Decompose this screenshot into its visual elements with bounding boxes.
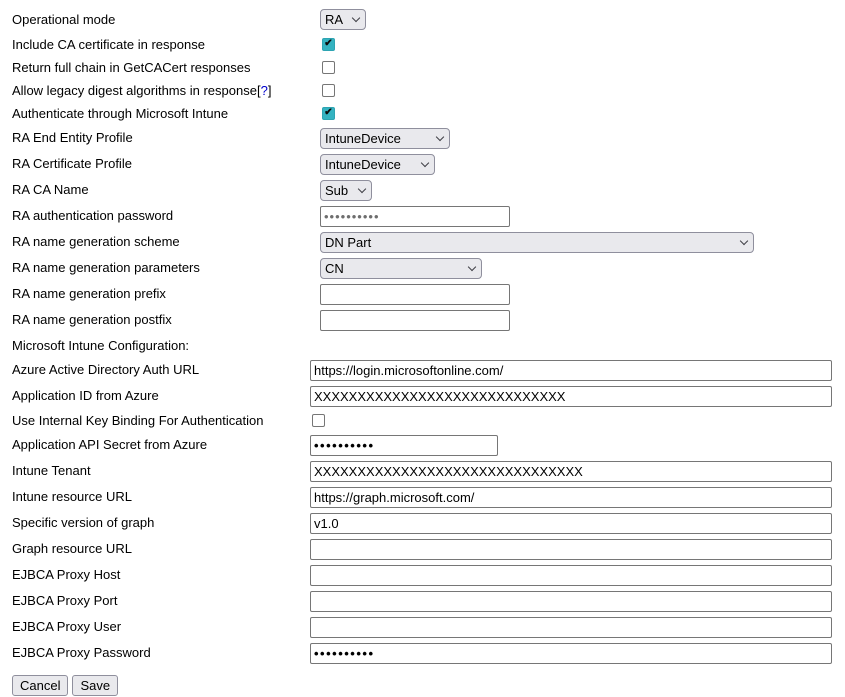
ra-end-entity-profile-select[interactable]: IntuneDevice xyxy=(320,128,450,149)
ra-name-prefix-input[interactable] xyxy=(320,284,510,305)
ra-name-postfix-input[interactable] xyxy=(320,310,510,331)
graph-resource-url-label: Graph resource URL xyxy=(12,541,310,557)
graph-resource-url-input[interactable] xyxy=(310,539,832,560)
chevron-down-icon xyxy=(740,236,748,244)
intune-tenant-input[interactable] xyxy=(310,461,832,482)
ra-auth-password-input[interactable] xyxy=(320,206,510,227)
ejbca-proxy-host-label: EJBCA Proxy Host xyxy=(12,567,310,583)
section-header: Microsoft Intune Configuration: xyxy=(12,333,845,357)
ejbca-proxy-host-input[interactable] xyxy=(310,565,832,586)
form-row: Return full chain in GetCACert responses… xyxy=(12,56,845,79)
chevron-down-icon xyxy=(358,184,366,192)
form-row: Specific version of graph xyxy=(12,510,845,536)
ra-certificate-profile-label: RA Certificate Profile xyxy=(12,156,320,172)
ra-end-entity-profile-label: RA End Entity Profile xyxy=(12,130,320,146)
checkmark-icon: ✔ xyxy=(324,39,332,49)
intune-tenant-label: Intune Tenant xyxy=(12,463,310,479)
form-row: RA name generation prefix xyxy=(12,281,845,307)
authenticate-intune-label: Authenticate through Microsoft Intune xyxy=(12,106,320,122)
form-row: RA name generation parameters CN xyxy=(12,255,845,281)
form-row: Azure Active Directory Auth URL xyxy=(12,357,845,383)
cancel-button[interactable]: Cancel xyxy=(12,675,68,696)
form-row: RA authentication password xyxy=(12,203,845,229)
allow-legacy-digest-checkbox[interactable]: ✔ xyxy=(322,84,335,97)
return-full-chain-label: Return full chain in GetCACert responses xyxy=(12,60,320,76)
form-row: RA End Entity Profile IntuneDevice xyxy=(12,125,845,151)
form-row: Include CA certificate in response ✔ xyxy=(12,33,845,56)
form-row: EJBCA Proxy Host xyxy=(12,562,845,588)
section-title: Microsoft Intune Configuration: xyxy=(12,338,189,353)
ra-ca-name-label: RA CA Name xyxy=(12,182,320,198)
operational-mode-select[interactable]: RA xyxy=(320,9,366,30)
application-api-secret-input[interactable] xyxy=(310,435,498,456)
graph-version-input[interactable] xyxy=(310,513,832,534)
checkmark-icon: ✔ xyxy=(324,108,332,118)
include-ca-cert-checkbox[interactable]: ✔ xyxy=(322,38,335,51)
form-row: RA CA Name Sub xyxy=(12,177,845,203)
form-row: Allow legacy digest algorithms in respon… xyxy=(12,79,845,102)
selected-value: IntuneDevice xyxy=(325,131,401,146)
ra-name-parameters-select[interactable]: CN xyxy=(320,258,482,279)
form-row: EJBCA Proxy Password xyxy=(12,640,845,666)
ejbca-proxy-port-input[interactable] xyxy=(310,591,832,612)
include-ca-cert-label: Include CA certificate in response xyxy=(12,37,320,53)
ejbca-proxy-port-label: EJBCA Proxy Port xyxy=(12,593,310,609)
ra-name-prefix-label: RA name generation prefix xyxy=(12,286,320,302)
ra-auth-password-label: RA authentication password xyxy=(12,208,320,224)
ra-certificate-profile-select[interactable]: IntuneDevice xyxy=(320,154,435,175)
scep-alias-config-form: Operational mode RA Include CA certifica… xyxy=(0,0,845,697)
ejbca-proxy-user-label: EJBCA Proxy User xyxy=(12,619,310,635)
azure-ad-auth-url-label: Azure Active Directory Auth URL xyxy=(12,362,310,378)
selected-value: DN Part xyxy=(325,235,371,250)
form-row: RA name generation scheme DN Part xyxy=(12,229,845,255)
form-row: Intune resource URL xyxy=(12,484,845,510)
selected-value: RA xyxy=(325,12,343,27)
intune-resource-url-label: Intune resource URL xyxy=(12,489,310,505)
selected-value: CN xyxy=(325,261,344,276)
form-row: Application API Secret from Azure xyxy=(12,432,845,458)
azure-ad-auth-url-input[interactable] xyxy=(310,360,832,381)
use-internal-key-binding-label: Use Internal Key Binding For Authenticat… xyxy=(12,413,310,429)
form-row: Authenticate through Microsoft Intune ✔ xyxy=(12,102,845,125)
ra-ca-name-select[interactable]: Sub xyxy=(320,180,372,201)
use-internal-key-binding-checkbox[interactable]: ✔ xyxy=(312,414,325,427)
application-id-input[interactable] xyxy=(310,386,832,407)
ra-name-scheme-select[interactable]: DN Part xyxy=(320,232,754,253)
ra-name-scheme-label: RA name generation scheme xyxy=(12,234,320,250)
ra-name-postfix-label: RA name generation postfix xyxy=(12,312,320,328)
chevron-down-icon xyxy=(352,14,360,22)
form-row: Application ID from Azure xyxy=(12,383,845,409)
intune-resource-url-input[interactable] xyxy=(310,487,832,508)
form-row: Intune Tenant xyxy=(12,458,845,484)
selected-value: IntuneDevice xyxy=(325,157,401,172)
authenticate-intune-checkbox[interactable]: ✔ xyxy=(322,107,335,120)
graph-version-label: Specific version of graph xyxy=(12,515,310,531)
operational-mode-label: Operational mode xyxy=(12,12,320,28)
ejbca-proxy-user-input[interactable] xyxy=(310,617,832,638)
chevron-down-icon xyxy=(436,132,444,140)
chevron-down-icon xyxy=(468,262,476,270)
chevron-down-icon xyxy=(421,158,429,166)
application-api-secret-label: Application API Secret from Azure xyxy=(12,437,310,453)
ejbca-proxy-password-input[interactable] xyxy=(310,643,832,664)
form-row: Graph resource URL xyxy=(12,536,845,562)
form-row: Use Internal Key Binding For Authenticat… xyxy=(12,409,845,432)
form-actions: Cancel Save xyxy=(12,674,845,696)
form-row: EJBCA Proxy User xyxy=(12,614,845,640)
help-link[interactable]: ? xyxy=(261,83,268,98)
return-full-chain-checkbox[interactable]: ✔ xyxy=(322,61,335,74)
application-id-label: Application ID from Azure xyxy=(12,388,310,404)
form-row: RA name generation postfix xyxy=(12,307,845,333)
save-button[interactable]: Save xyxy=(72,675,118,696)
selected-value: Sub xyxy=(325,183,348,198)
ejbca-proxy-password-label: EJBCA Proxy Password xyxy=(12,645,310,661)
ra-name-parameters-label: RA name generation parameters xyxy=(12,260,320,276)
form-row: EJBCA Proxy Port xyxy=(12,588,845,614)
form-row: Operational mode RA xyxy=(12,6,845,33)
allow-legacy-digest-label: Allow legacy digest algorithms in respon… xyxy=(12,83,320,99)
form-row: RA Certificate Profile IntuneDevice xyxy=(12,151,845,177)
